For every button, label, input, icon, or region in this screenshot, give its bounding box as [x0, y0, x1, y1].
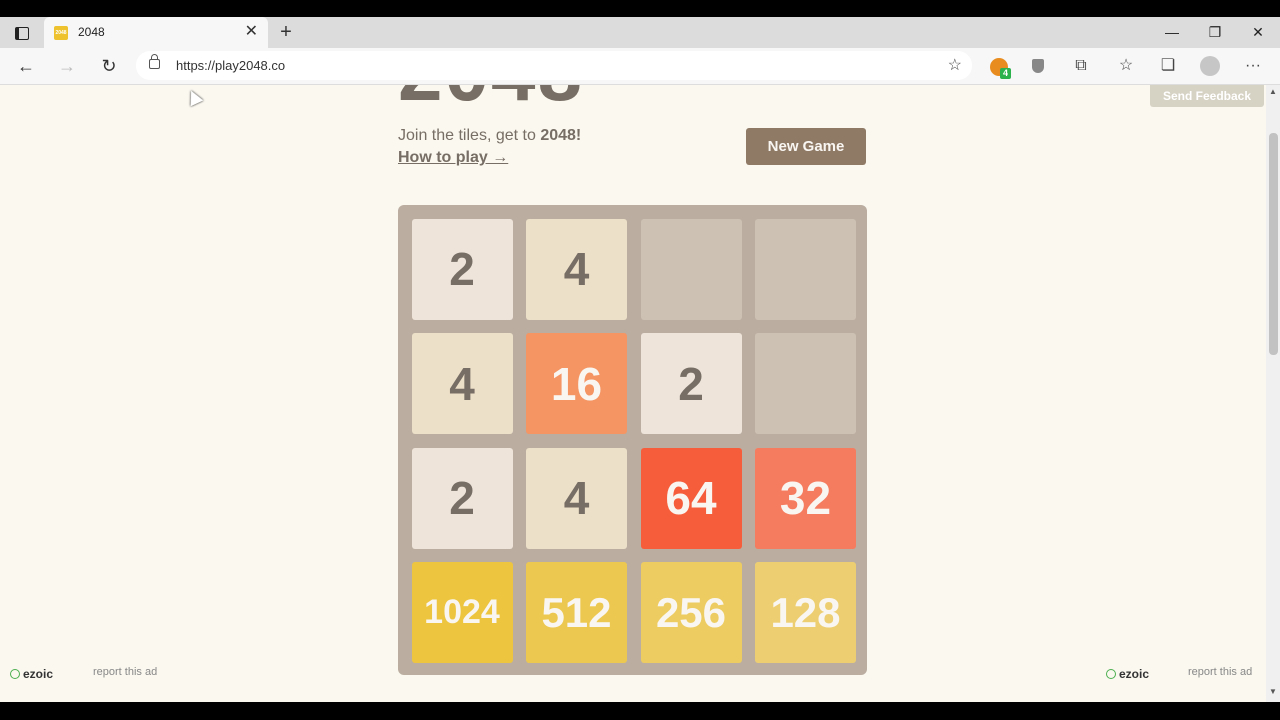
- empty-cell: [755, 218, 856, 320]
- shield-icon[interactable]: [1032, 59, 1044, 73]
- ezoic-icon: [10, 669, 20, 679]
- more-menu-button[interactable]: ···: [1241, 55, 1265, 77]
- report-ad-link-right[interactable]: report this ad: [1188, 666, 1252, 678]
- tile-16: 16: [526, 333, 627, 434]
- back-button[interactable]: ←: [14, 55, 38, 77]
- tile-4: 4: [526, 218, 627, 320]
- send-feedback-button[interactable]: Send Feedback: [1150, 85, 1264, 107]
- tab-actions-icon[interactable]: [8, 23, 36, 43]
- empty-cell: [755, 333, 856, 434]
- game-board: 2 4 4 16 2 2 4 64 32 1024 512 256 128: [398, 205, 867, 675]
- lock-icon[interactable]: [149, 54, 160, 69]
- tile-256: 256: [640, 562, 742, 663]
- window-bottom-edge: [0, 702, 1280, 720]
- forward-button[interactable]: →: [55, 55, 79, 77]
- minimize-button[interactable]: —: [1152, 22, 1192, 42]
- restore-button[interactable]: ❐: [1195, 22, 1235, 42]
- tile-2: 2: [640, 333, 742, 434]
- extension-icon[interactable]: 4: [990, 58, 1011, 79]
- tab-2048[interactable]: 2048 2048 ✕: [44, 17, 268, 48]
- favicon-icon: 2048: [54, 26, 68, 40]
- tile-512: 512: [526, 562, 627, 663]
- extension-badge: 4: [1000, 68, 1011, 79]
- ezoic-icon: [1106, 669, 1116, 679]
- reload-button[interactable]: ↻: [97, 55, 121, 77]
- tile-2: 2: [411, 218, 513, 320]
- intro-text: Join the tiles, get to 2048!: [398, 127, 581, 145]
- page-content: 2048 Send Feedback Join the tiles, get t…: [0, 85, 1266, 702]
- intro-goal: 2048!: [540, 127, 582, 144]
- tab-close-icon[interactable]: ✕: [245, 23, 258, 41]
- ezoic-logo-right[interactable]: ezoic: [1106, 667, 1149, 681]
- star-plus-icon[interactable]: ☆: [948, 55, 962, 75]
- address-bar[interactable]: https://play2048.co ☆: [136, 51, 972, 80]
- tile-64: 64: [640, 447, 742, 549]
- tab-strip: 2048 2048 ✕ + — ❐ ✕: [0, 17, 1280, 48]
- intro-prefix: Join the tiles, get to: [398, 127, 541, 144]
- tile-2: 2: [411, 447, 513, 549]
- scroll-down-icon[interactable]: ▼: [1269, 687, 1277, 696]
- ezoic-brand-left: ezoic: [23, 667, 54, 681]
- how-to-play-link[interactable]: How to play →: [398, 149, 508, 167]
- close-window-button[interactable]: ✕: [1238, 22, 1278, 42]
- game-title: 2048: [398, 85, 584, 119]
- tile-128: 128: [755, 562, 856, 663]
- ezoic-brand-right: ezoic: [1119, 667, 1150, 681]
- vertical-scrollbar[interactable]: ▲ ▼: [1266, 85, 1280, 702]
- window-top-edge: [0, 0, 1280, 17]
- tile-4: 4: [526, 447, 627, 549]
- new-tab-button[interactable]: +: [276, 21, 296, 43]
- address-toolbar: ← → ↻ https://play2048.co ☆ 4 ⧉ ☆ ❏ ···: [0, 48, 1280, 85]
- puzzle-icon[interactable]: ⧉: [1069, 55, 1093, 77]
- favorites-icon[interactable]: ☆: [1114, 55, 1138, 77]
- collections-icon[interactable]: ❏: [1156, 55, 1180, 77]
- tile-32: 32: [755, 447, 856, 549]
- scroll-up-icon[interactable]: ▲: [1269, 87, 1277, 96]
- ezoic-logo[interactable]: ezoic: [10, 667, 53, 681]
- tile-1024: 1024: [411, 562, 513, 663]
- url-text[interactable]: https://play2048.co: [176, 58, 285, 73]
- new-game-button[interactable]: New Game: [746, 128, 866, 165]
- empty-cell: [640, 218, 742, 320]
- report-ad-link-left[interactable]: report this ad: [93, 666, 157, 678]
- tile-4: 4: [411, 333, 513, 434]
- tab-title: 2048: [78, 25, 105, 39]
- avatar-icon[interactable]: [1200, 56, 1220, 76]
- scrollbar-thumb[interactable]: [1269, 133, 1278, 355]
